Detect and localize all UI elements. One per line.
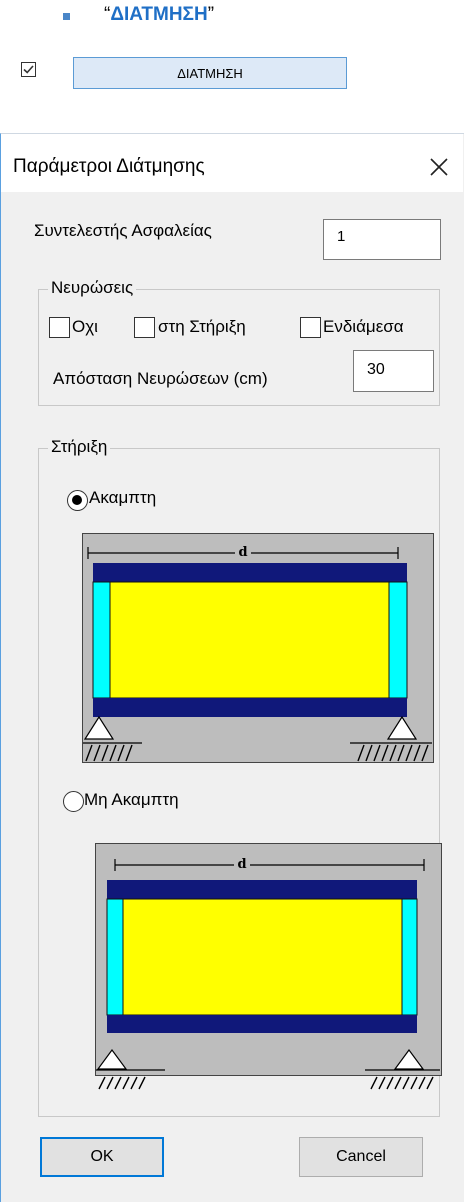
shear-parameters-dialog: Παράμετροι Διάτμησης Συντελεστής Ασφαλεί…: [0, 133, 464, 1202]
radio-selected-dot: [72, 495, 82, 505]
ok-button[interactable]: OK: [40, 1137, 164, 1177]
non-rigid-support-diagram: d: [95, 843, 442, 1076]
ribs-none-label: Οχι: [72, 317, 98, 336]
safety-factor-label: Συντελεστής Ασφαλείας: [34, 221, 212, 240]
cancel-button[interactable]: Cancel: [299, 1137, 423, 1177]
shear-button[interactable]: ΔΙΑΤΜΗΣΗ: [73, 57, 347, 89]
checked-checkbox-icon[interactable]: [21, 62, 36, 77]
close-icon[interactable]: [428, 156, 450, 178]
rigid-support-label: Ακαμπτη: [89, 488, 157, 507]
section-heading: “ΔΙΑΤΜΗΣΗ”: [104, 4, 214, 26]
list-bullet: [63, 13, 70, 20]
non-rigid-support-label: Μη Ακαμπτη: [84, 790, 179, 809]
rib-spacing-input[interactable]: 30: [353, 350, 434, 392]
safety-factor-input[interactable]: 1: [323, 219, 441, 260]
ribs-intermediate-label: Ενδιάμεσα: [323, 317, 404, 336]
rib-spacing-label: Απόσταση Νευρώσεων (cm): [53, 369, 268, 388]
ribs-intermediate-checkbox[interactable]: [300, 317, 321, 338]
ribs-none-checkbox[interactable]: [49, 317, 70, 338]
dimension-label: d: [237, 857, 246, 872]
support-legend: Στήριξη: [48, 437, 111, 457]
ribs-legend: Νευρώσεις: [48, 278, 137, 298]
dimension-label: d: [238, 545, 247, 560]
rigid-support-radio[interactable]: [67, 490, 88, 511]
ribs-at-support-label: στη Στήριξη: [158, 317, 246, 336]
rigid-support-diagram: d: [82, 533, 434, 763]
non-rigid-support-radio[interactable]: [63, 791, 84, 812]
checkmark-icon: [23, 65, 34, 74]
heading-text: ΔΙΑΤΜΗΣΗ: [110, 4, 208, 25]
ribs-at-support-checkbox[interactable]: [134, 317, 155, 338]
dialog-title: Παράμετροι Διάτμησης: [13, 156, 205, 177]
quote-close: ”: [207, 4, 215, 25]
dialog-titlebar: Παράμετροι Διάτμησης: [1, 134, 463, 192]
ground-hatch-icon: [98, 1076, 434, 1090]
